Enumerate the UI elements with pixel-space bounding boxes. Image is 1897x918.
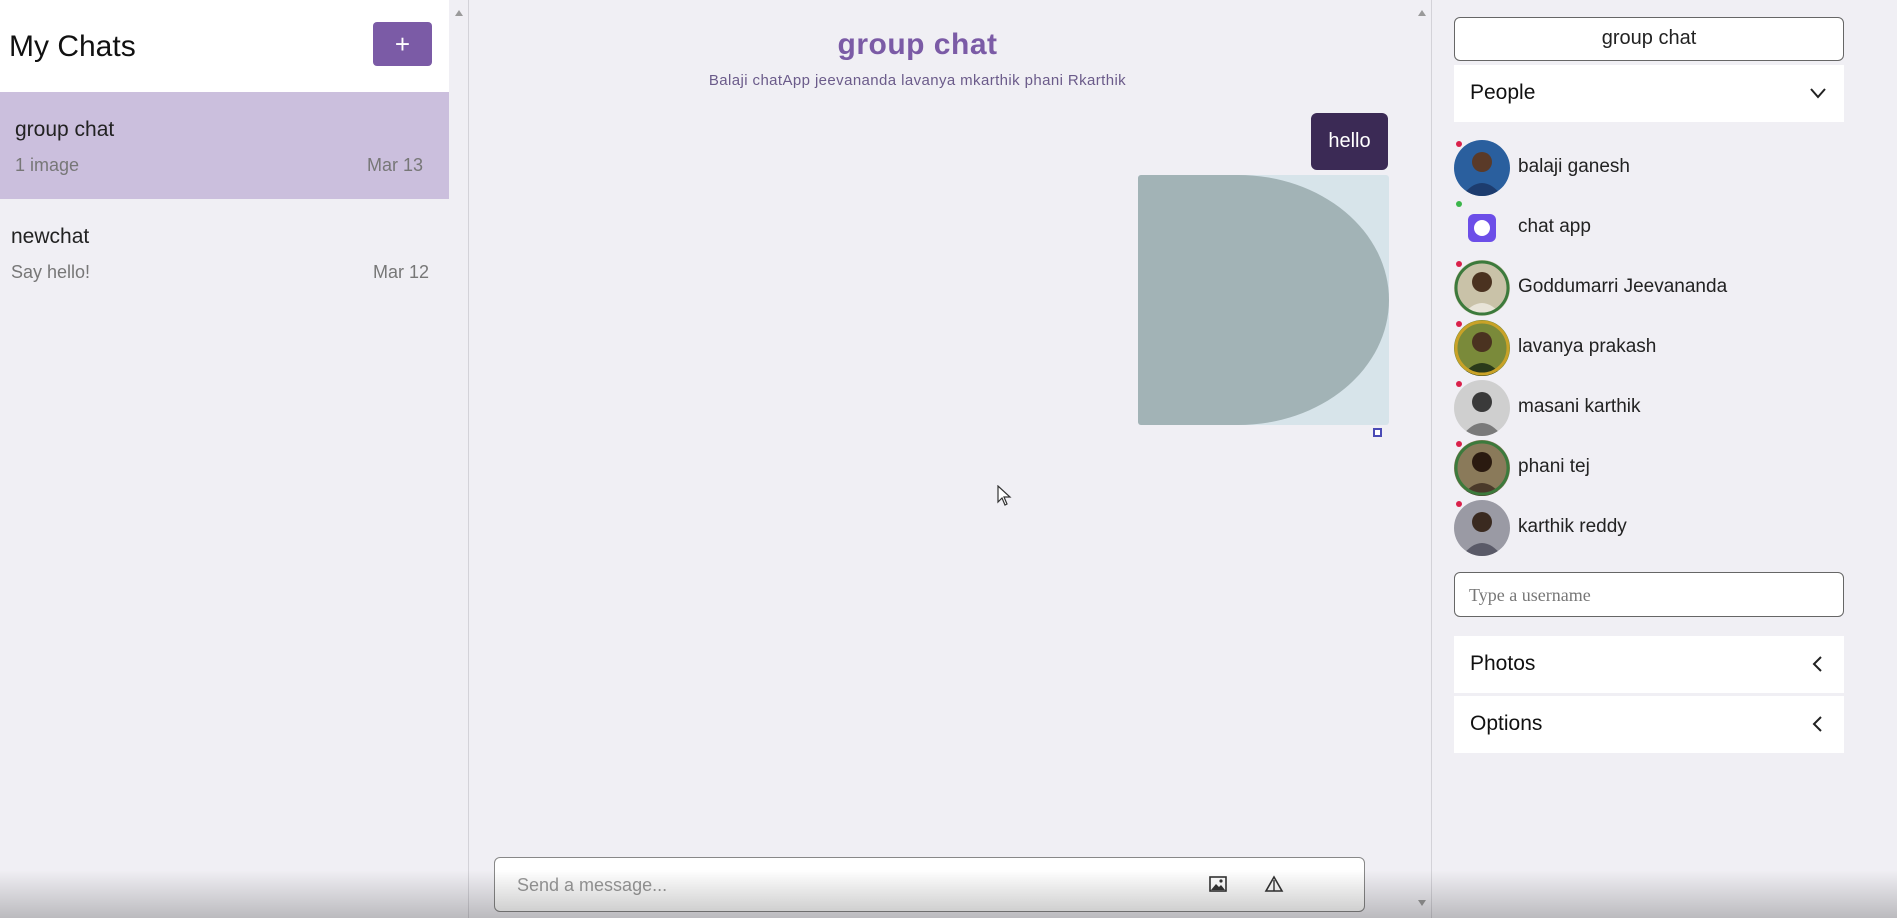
message-form xyxy=(494,857,1365,912)
chat-list-header: My Chats + xyxy=(0,0,449,92)
person-name: balaji ganesh xyxy=(1518,156,1630,177)
new-chat-button[interactable]: + xyxy=(373,22,432,66)
status-dot-icon xyxy=(1456,261,1462,267)
avatar xyxy=(1454,500,1510,556)
person-goddumarri-jeevananda[interactable]: Goddumarri Jeevananda xyxy=(1454,260,1844,316)
chat-card-title: newchat xyxy=(11,225,90,248)
avatar xyxy=(1454,140,1510,196)
person-name: Goddumarri Jeevananda xyxy=(1518,276,1728,297)
chat-feed: group chat Balaji chatApp jeevananda lav… xyxy=(470,0,1432,918)
person-balaji-ganesh[interactable]: balaji ganesh xyxy=(1454,140,1844,196)
people-label: People xyxy=(1470,81,1536,104)
chevron-down-icon xyxy=(1810,88,1826,99)
chat-feed-members: Balaji chatApp jeevananda lavanya mkarth… xyxy=(708,72,1127,89)
chat-list-scrollbar[interactable] xyxy=(449,0,469,918)
scroll-up-arrow-icon[interactable] xyxy=(1418,10,1426,16)
message-image[interactable] xyxy=(1138,175,1389,425)
avatar xyxy=(1454,440,1510,496)
avatar xyxy=(1454,380,1510,436)
chat-list-title: My Chats xyxy=(9,30,136,63)
person-karthik-reddy[interactable]: karthik reddy xyxy=(1454,500,1844,556)
status-dot-icon xyxy=(1456,381,1462,387)
username-input[interactable] xyxy=(1469,582,1829,608)
chat-feed-title: group chat xyxy=(837,28,998,61)
people-section-header[interactable]: People xyxy=(1454,65,1844,122)
avatar xyxy=(1454,260,1510,316)
photos-label: Photos xyxy=(1470,652,1536,675)
person-chat-app[interactable]: chat app xyxy=(1454,200,1844,256)
options-label: Options xyxy=(1470,712,1543,735)
person-masani-karthik[interactable]: masani karthik xyxy=(1454,380,1844,436)
mouse-cursor-icon xyxy=(997,485,1012,506)
options-section-header[interactable]: Options xyxy=(1454,696,1844,753)
person-name: chat app xyxy=(1518,216,1591,237)
status-dot-icon xyxy=(1456,141,1462,147)
photos-section-header[interactable]: Photos xyxy=(1454,636,1844,693)
status-dot-icon xyxy=(1456,321,1462,327)
scroll-up-arrow-icon[interactable] xyxy=(455,10,463,16)
chat-card-group-chat[interactable]: group chat 1 image Mar 13 xyxy=(0,92,449,199)
chevron-left-icon xyxy=(1812,656,1822,672)
image-icon[interactable] xyxy=(1206,872,1230,896)
message-input[interactable] xyxy=(517,870,1197,900)
status-dot-icon xyxy=(1456,201,1462,207)
scroll-down-arrow-icon[interactable] xyxy=(1418,900,1426,906)
image-content xyxy=(1138,175,1389,425)
status-dot-icon xyxy=(1456,501,1462,507)
chat-feed-scrollbar[interactable] xyxy=(1412,0,1432,918)
person-name: masani karthik xyxy=(1518,396,1641,417)
chat-card-date: Mar 13 xyxy=(366,155,423,175)
chat-card-last-message: 1 image xyxy=(15,155,80,175)
chat-settings-panel: group chat People balaji ganesh chat app… xyxy=(1433,0,1897,918)
status-dot-icon xyxy=(1456,441,1462,447)
chat-card-last-message: Say hello! xyxy=(11,262,91,282)
avatar xyxy=(1454,200,1510,256)
person-name: phani tej xyxy=(1518,456,1590,477)
chat-card-title: group chat xyxy=(15,118,115,141)
chat-list-panel: My Chats + group chat 1 image Mar 13 new… xyxy=(0,0,449,918)
chat-card-newchat[interactable]: newchat Say hello! Mar 12 xyxy=(0,199,449,306)
add-member-field xyxy=(1454,572,1844,617)
person-lavanya-prakash[interactable]: lavanya prakash xyxy=(1454,320,1844,376)
avatar xyxy=(1454,320,1510,376)
chat-title-field[interactable]: group chat xyxy=(1454,17,1844,61)
send-icon[interactable] xyxy=(1262,872,1286,896)
person-name: lavanya prakash xyxy=(1518,336,1657,357)
person-name: karthik reddy xyxy=(1518,516,1627,537)
chevron-left-icon xyxy=(1812,716,1822,732)
message-bubble: hello xyxy=(1311,113,1388,170)
chat-card-date: Mar 12 xyxy=(372,262,429,282)
read-receipt-icon xyxy=(1373,428,1382,437)
person-phani-tej[interactable]: phani tej xyxy=(1454,440,1844,496)
